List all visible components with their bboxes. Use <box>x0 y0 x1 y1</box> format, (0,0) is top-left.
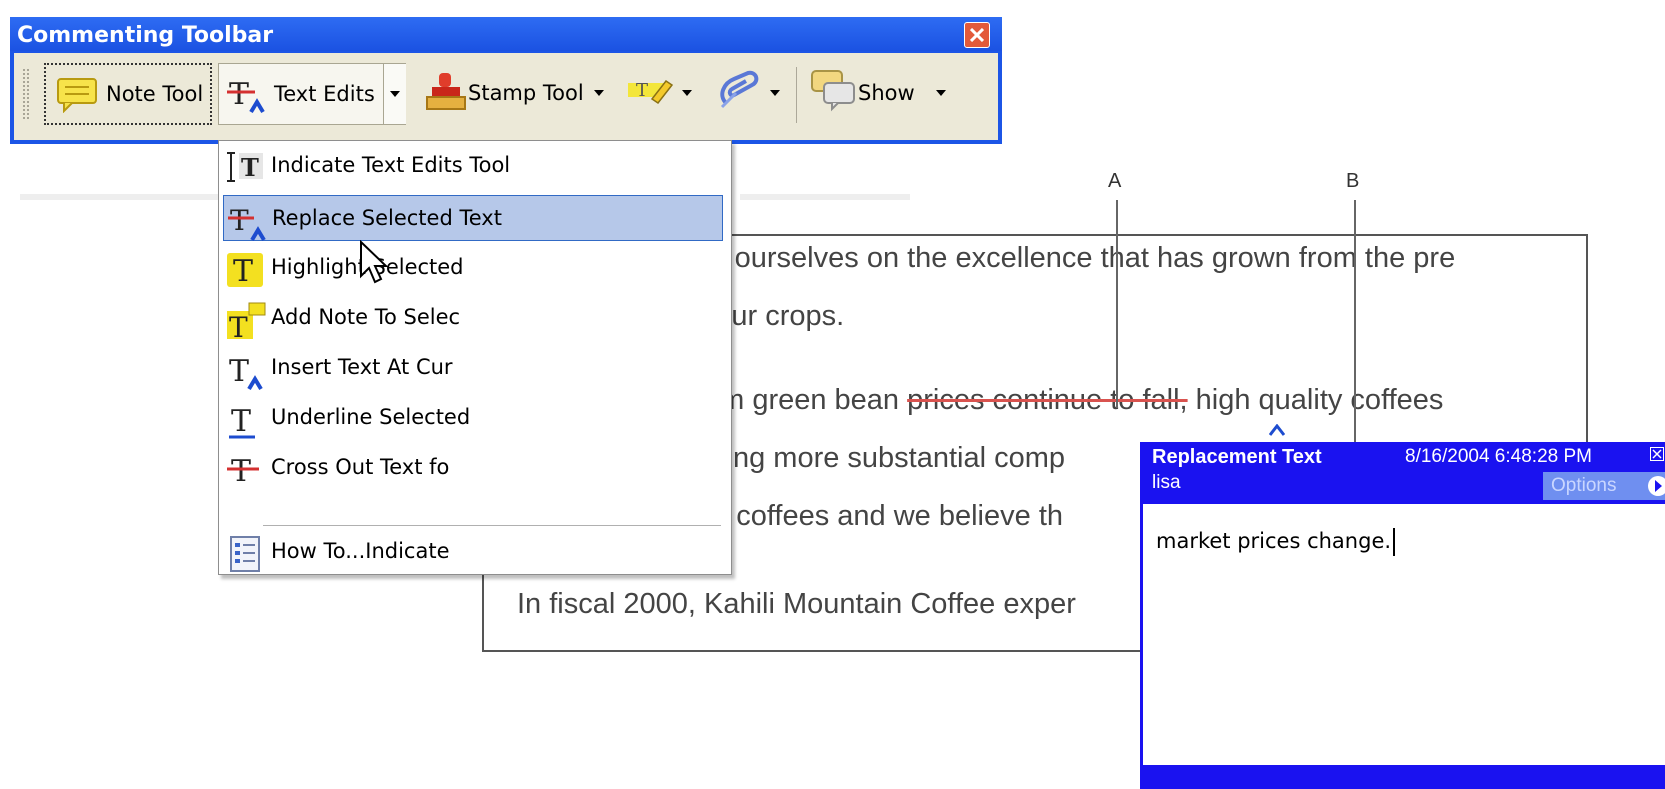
cross-out-text-icon: T <box>227 454 259 489</box>
stamp-tool-label: Stamp Tool <box>468 81 584 105</box>
menu-item-cross-out[interactable]: T Cross Out Text fo <box>223 445 723 491</box>
menu-item-how-to[interactable]: How To...Indicate <box>223 529 723 575</box>
stamp-tool-button[interactable]: Stamp Tool <box>418 63 618 125</box>
text-cursor <box>1393 528 1396 556</box>
menu-separator <box>263 525 721 526</box>
close-icon <box>970 28 984 42</box>
note-text-icon: T <box>227 302 266 341</box>
chevron-down-icon[interactable] <box>594 90 604 96</box>
callout-line-b <box>1354 200 1356 442</box>
svg-text:T: T <box>230 204 249 237</box>
note-icon <box>57 78 97 113</box>
background-line <box>740 194 910 200</box>
highlight-tool-button[interactable]: T <box>626 63 696 125</box>
struck-text[interactable]: prices continue to fall, <box>907 384 1187 416</box>
text-edits-tool-icon: T <box>227 152 263 182</box>
toolbar-body: Note Tool T Text Edits Stamp Tool T Show <box>14 53 998 140</box>
svg-text:T: T <box>231 404 251 439</box>
commenting-toolbar-window: Commenting Toolbar Note Tool T Text Edit… <box>10 17 1002 144</box>
callout-label-b: B <box>1346 170 1360 192</box>
options-label: Options <box>1551 475 1617 496</box>
menu-item-label: Underline Selected <box>271 405 471 429</box>
menu-item-label: Add Note To Selec <box>271 305 461 329</box>
menu-item-label: Cross Out Text fo <box>271 455 450 479</box>
svg-text:T: T <box>241 153 259 182</box>
note-tool-label: Note Tool <box>106 82 204 106</box>
document-text: high quality coffees <box>1187 384 1444 416</box>
show-comments-icon <box>811 70 855 112</box>
note-title: Replacement Text <box>1152 446 1322 468</box>
note-body-text: market prices change. <box>1156 529 1392 553</box>
text-edits-menu: T Indicate Text Edits Tool T Replace Sel… <box>218 140 732 575</box>
chevron-down-icon[interactable] <box>936 90 946 96</box>
insert-text-icon: T <box>229 354 263 391</box>
attach-tool-button[interactable] <box>714 63 784 125</box>
menu-item-insert-text[interactable]: T Insert Text At Cur <box>223 345 723 391</box>
underline-text-icon: T <box>229 404 255 439</box>
replacement-text-note: Replacement Text 8/16/2004 6:48:28 PM li… <box>1140 442 1665 789</box>
note-header[interactable]: Replacement Text 8/16/2004 6:48:28 PM li… <box>1143 442 1665 504</box>
chevron-down-icon[interactable] <box>770 90 780 96</box>
svg-text:T: T <box>229 354 249 389</box>
text-edits-label: Text Edits <box>274 82 375 106</box>
mouse-pointer-icon <box>360 240 389 284</box>
show-button[interactable]: Show <box>808 63 968 125</box>
chevron-down-icon <box>390 91 400 97</box>
callout-line-a <box>1116 200 1118 408</box>
show-label: Show <box>858 81 915 105</box>
document-line: In fiscal 2000, Kahili Mountain Coffee e… <box>517 588 1076 620</box>
callout-label-a: A <box>1108 170 1122 192</box>
close-button[interactable] <box>964 22 990 48</box>
note-author: lisa <box>1152 472 1181 493</box>
stamp-icon <box>426 73 466 110</box>
svg-text:T: T <box>229 77 249 112</box>
menu-item-underline[interactable]: T Underline Selected <box>223 395 723 441</box>
replace-text-icon: T <box>228 204 266 242</box>
chevron-down-icon[interactable] <box>682 90 692 96</box>
close-icon <box>1652 449 1662 459</box>
insert-caret-icon <box>1269 424 1285 436</box>
highlighter-icon: T <box>628 79 674 105</box>
text-edits-icon: T <box>227 77 265 114</box>
menu-item-add-note[interactable]: T Add Note To Selec <box>223 295 723 341</box>
toolbar-separator <box>796 67 797 123</box>
note-text-field[interactable]: market prices change. <box>1156 528 1396 556</box>
options-arrow-icon <box>1648 476 1665 496</box>
options-button[interactable]: Options <box>1543 472 1665 500</box>
menu-item-label: Insert Text At Cur <box>271 355 453 379</box>
note-close-button[interactable] <box>1650 447 1664 461</box>
note-tool-button[interactable]: Note Tool <box>44 63 212 125</box>
toolbar-title: Commenting Toolbar <box>17 23 274 48</box>
background-line <box>20 194 220 200</box>
text-edits-button[interactable]: T Text Edits <box>218 63 406 125</box>
menu-item-replace-selected-text[interactable]: T Replace Selected Text <box>223 195 723 242</box>
note-footer[interactable] <box>1143 765 1665 789</box>
menu-item-label: How To...Indicate <box>271 539 450 563</box>
menu-item-indicate-text-edits[interactable]: T Indicate Text Edits Tool <box>223 143 723 189</box>
text-edits-dropdown-arrow[interactable] <box>383 64 406 124</box>
svg-text:T: T <box>231 454 251 489</box>
svg-text:T: T <box>636 80 648 101</box>
svg-text:T: T <box>233 254 253 289</box>
menu-item-label: Replace Selected Text <box>272 206 502 230</box>
how-to-icon <box>230 536 260 572</box>
toolbar-titlebar[interactable]: Commenting Toolbar <box>10 17 1002 51</box>
note-date: 8/16/2004 6:48:28 PM <box>1405 446 1592 467</box>
svg-text:T: T <box>229 311 248 341</box>
menu-item-highlight-selected[interactable]: T Highlight Selected <box>223 245 723 291</box>
attachment-icon <box>720 70 759 109</box>
highlight-text-icon: T <box>227 253 263 289</box>
menu-item-label: Indicate Text Edits Tool <box>271 153 511 177</box>
toolbar-grip[interactable] <box>23 69 29 119</box>
